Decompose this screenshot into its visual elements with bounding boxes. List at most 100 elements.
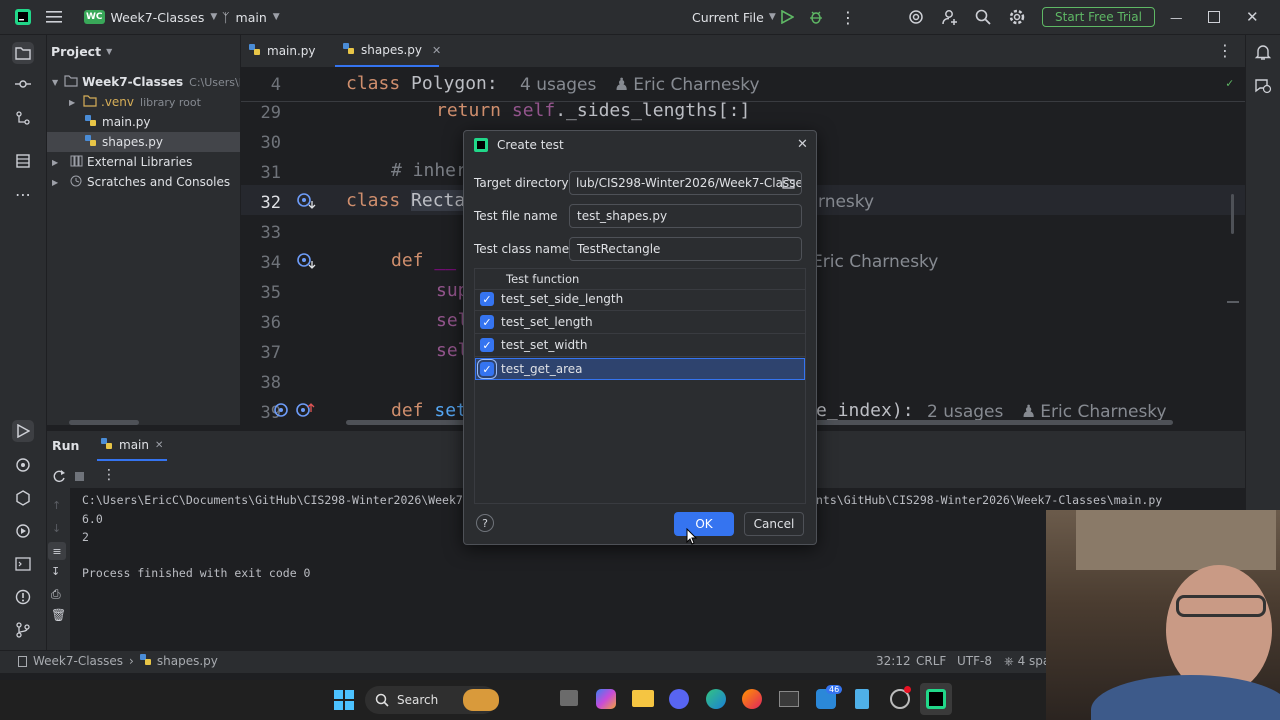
discord-icon[interactable]	[669, 689, 689, 709]
scroll-up-icon[interactable]: ↑	[52, 499, 61, 512]
run-tool-icon[interactable]	[12, 420, 34, 442]
function-row[interactable]: ✓ test_set_width	[475, 334, 805, 357]
ai-chat-icon[interactable]	[1254, 77, 1272, 98]
scroll-to-end-icon[interactable]: ↧	[51, 565, 60, 578]
project-folder-icon[interactable]	[12, 42, 34, 64]
tree-item-shapes-py[interactable]: shapes.py	[47, 132, 240, 152]
function-row[interactable]: ✓ test_set_side_length	[475, 288, 805, 311]
services-icon[interactable]	[12, 520, 34, 542]
test-class-name-field[interactable]: TestRectangle	[569, 237, 802, 261]
soft-wrap-icon[interactable]: ≡	[48, 542, 66, 560]
tab-options-icon[interactable]: ⋮	[1217, 41, 1233, 60]
close-tab-icon[interactable]: ✕	[155, 440, 163, 451]
run-config-selector[interactable]: Current File ▼	[692, 0, 776, 34]
override-gutter-icon[interactable]	[296, 252, 316, 273]
more-actions-icon[interactable]: ⋮	[840, 0, 856, 34]
trash-icon[interactable]: 🗑	[51, 608, 66, 622]
chevron-down-icon[interactable]: ▼	[52, 78, 58, 87]
rerun-icon[interactable]	[52, 469, 66, 486]
checkbox-checked[interactable]: ✓	[480, 292, 494, 306]
test-file-name-field[interactable]: test_shapes.py	[569, 204, 802, 228]
chevron-right-icon[interactable]: ▶	[52, 178, 64, 187]
main-menu-icon[interactable]	[46, 0, 62, 34]
firefox-icon[interactable]	[742, 689, 762, 709]
target-directory-field[interactable]: lub/CIS298-Winter2026/Week7-Classes	[569, 171, 802, 195]
structure-icon[interactable]	[12, 107, 34, 129]
python-packages-icon[interactable]	[12, 454, 34, 476]
person-icon: ♟	[614, 75, 630, 95]
terminal-icon[interactable]	[12, 553, 34, 575]
project-switcher[interactable]: WC Week7-Classes ▼	[84, 0, 217, 34]
cancel-button[interactable]: Cancel	[744, 512, 804, 536]
inspection-ok-icon[interactable]: ✓	[1226, 76, 1233, 90]
project-panel-header[interactable]: Project ▼	[51, 44, 112, 59]
chevron-right-icon[interactable]: ▶	[69, 98, 81, 107]
close-window-icon[interactable]: ✕	[1246, 0, 1259, 34]
tab-main-py[interactable]: main.py	[249, 35, 316, 67]
commit-icon[interactable]	[12, 73, 34, 95]
problems-icon[interactable]	[12, 586, 34, 608]
python-console-icon[interactable]	[12, 487, 34, 509]
search-icon[interactable]	[975, 0, 991, 34]
maximize-icon[interactable]	[1208, 0, 1220, 34]
task-view-icon[interactable]	[560, 690, 578, 706]
pycharm-taskbar-item[interactable]	[920, 683, 952, 715]
function-row-selected[interactable]: ✓ test_get_area	[475, 358, 805, 380]
horizontal-scrollbar[interactable]	[69, 420, 139, 425]
line-separator[interactable]: CRLF	[916, 654, 946, 668]
more-actions-icon[interactable]: ⋮	[102, 467, 116, 483]
chevron-down-icon: ▼	[210, 12, 218, 22]
close-tab-icon[interactable]: ✕	[432, 44, 441, 57]
tab-shapes-py[interactable]: shapes.py ✕	[335, 35, 441, 67]
gear-icon[interactable]	[1008, 0, 1026, 34]
usages-hint[interactable]: 2 usages	[927, 402, 1003, 422]
tree-item-venv[interactable]: ▶ .venv library root	[47, 92, 240, 112]
vertical-scrollbar[interactable]	[1231, 194, 1234, 234]
usages-hint[interactable]: 4 usages	[520, 75, 596, 95]
debug-icon[interactable]	[808, 0, 824, 34]
breadcrumb-file[interactable]: shapes.py	[157, 654, 218, 668]
tree-item-external-libraries[interactable]: ▶ External Libraries	[47, 152, 240, 172]
chevron-right-icon[interactable]: ▶	[52, 158, 64, 167]
edge-icon[interactable]	[706, 689, 726, 709]
tree-item-scratches[interactable]: ▶ Scratches and Consoles	[47, 172, 240, 192]
branch-switcher[interactable]: ᛉ main ▼	[222, 0, 280, 34]
ok-button[interactable]: OK	[674, 512, 734, 536]
minimize-icon[interactable]: —	[1170, 0, 1183, 34]
version-control-icon[interactable]	[12, 619, 34, 641]
taskbar-search[interactable]: Search	[365, 686, 499, 714]
close-icon[interactable]: ✕	[797, 137, 808, 152]
run-icon[interactable]	[780, 0, 794, 34]
notepad-icon[interactable]	[855, 689, 869, 709]
run-tab-main[interactable]: main ✕	[97, 431, 168, 461]
function-row[interactable]: ✓ test_set_length	[475, 311, 805, 334]
help-button[interactable]: ?	[476, 514, 494, 532]
app-logo-icon[interactable]	[14, 0, 32, 34]
stop-icon[interactable]	[75, 472, 84, 481]
caret-position[interactable]: 32:12	[876, 654, 911, 668]
bookmarks-icon[interactable]	[12, 150, 34, 172]
add-user-icon[interactable]	[941, 0, 959, 34]
copilot-icon[interactable]	[596, 689, 616, 709]
more-tools-icon[interactable]: ⋯	[12, 183, 34, 205]
terminal-app-icon[interactable]	[779, 691, 799, 707]
branch-icon: ᛉ	[222, 9, 230, 25]
file-explorer-icon[interactable]	[632, 690, 654, 707]
breadcrumb-project[interactable]: Week7-Classes	[33, 654, 123, 668]
folder-browse-icon[interactable]	[782, 177, 795, 192]
implemented-gutter-icon[interactable]	[296, 192, 316, 213]
scroll-down-icon[interactable]: ↓	[52, 522, 61, 535]
tree-item-main-py[interactable]: main.py	[47, 112, 240, 132]
notifications-icon[interactable]	[1254, 43, 1272, 64]
windows-start-icon[interactable]	[334, 690, 354, 713]
start-free-trial-button[interactable]: Start Free Trial	[1042, 0, 1155, 34]
checkbox-checked[interactable]: ✓	[480, 338, 494, 352]
override-up-gutter-icon[interactable]	[273, 402, 315, 423]
tree-item-project-root[interactable]: ▼ Week7-Classes C:\Users\Eri	[47, 72, 240, 92]
ai-assistant-icon[interactable]	[907, 0, 925, 34]
checkbox-checked[interactable]: ✓	[480, 315, 494, 329]
indent-setting[interactable]: ⎈ 4 spa	[1004, 654, 1050, 669]
print-icon[interactable]: ⎙	[51, 587, 61, 602]
file-encoding[interactable]: UTF-8	[957, 654, 992, 668]
checkbox-checked[interactable]: ✓	[480, 362, 494, 376]
